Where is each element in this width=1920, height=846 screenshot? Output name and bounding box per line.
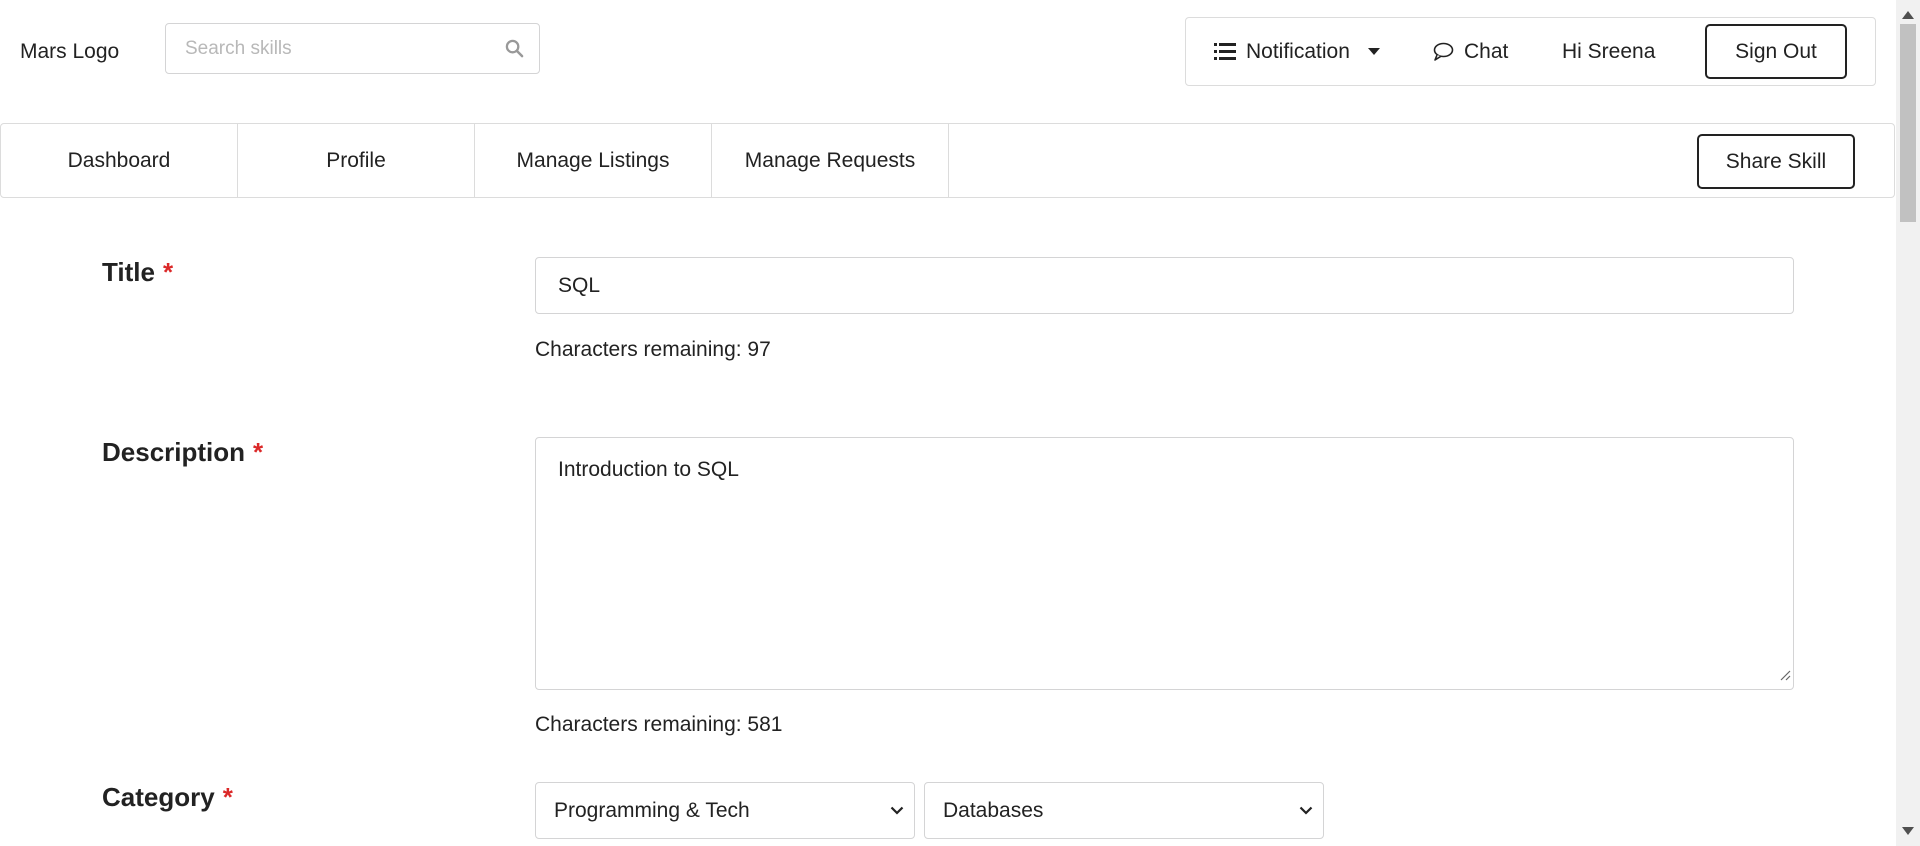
tab-profile[interactable]: Profile: [238, 124, 475, 197]
subcategory-select[interactable]: Databases: [924, 782, 1324, 839]
main-nav: Dashboard Profile Manage Listings Manage…: [0, 123, 1895, 198]
description-text: Introduction to SQL: [558, 458, 739, 481]
tab-manage-requests[interactable]: Manage Requests: [712, 124, 949, 197]
resize-handle-icon[interactable]: [1779, 663, 1791, 687]
required-mark: *: [222, 782, 233, 812]
notification-dropdown[interactable]: Notification: [1214, 18, 1380, 85]
chevron-down-icon: [1299, 806, 1313, 815]
scroll-down-arrow-icon[interactable]: [1902, 822, 1914, 840]
title-input[interactable]: SQL: [535, 257, 1794, 314]
scroll-up-arrow-icon[interactable]: [1902, 6, 1914, 24]
sign-out-button[interactable]: Sign Out: [1705, 24, 1847, 79]
list-icon: [1214, 43, 1236, 60]
category-label: Category *: [102, 782, 233, 813]
caret-down-icon: [1367, 47, 1380, 56]
category-select[interactable]: Programming & Tech: [535, 782, 915, 839]
description-textarea[interactable]: Introduction to SQL: [535, 437, 1794, 690]
chat-link[interactable]: Chat: [1433, 18, 1508, 85]
share-skill-button[interactable]: Share Skill: [1697, 134, 1855, 189]
chat-label: Chat: [1464, 39, 1509, 63]
description-chars-remaining: Characters remaining: 581: [535, 713, 783, 736]
description-label: Description *: [102, 437, 263, 468]
required-mark: *: [162, 257, 174, 287]
search-icon[interactable]: [489, 39, 539, 58]
subcategory-selected: Databases: [943, 798, 1044, 822]
category-label-text: Category: [102, 782, 215, 812]
title-chars-remaining: Characters remaining: 97: [535, 338, 771, 361]
user-greeting[interactable]: Hi Sreena: [1562, 18, 1655, 85]
user-menu: Notification Chat Hi Sreena Sign Out: [1185, 17, 1876, 86]
search-input[interactable]: [166, 24, 489, 73]
category-selected: Programming & Tech: [554, 798, 750, 822]
tab-manage-listings[interactable]: Manage Listings: [475, 124, 712, 197]
description-label-text: Description: [102, 437, 246, 467]
title-label: Title *: [102, 257, 173, 288]
title-label-text: Title: [102, 257, 155, 287]
page-scrollbar[interactable]: [1896, 0, 1920, 846]
chevron-down-icon: [890, 806, 904, 815]
notification-label: Notification: [1246, 39, 1350, 63]
tab-dashboard[interactable]: Dashboard: [1, 124, 238, 197]
scrollbar-thumb[interactable]: [1900, 24, 1916, 222]
search-box[interactable]: [165, 23, 540, 74]
required-mark: *: [253, 437, 264, 467]
logo[interactable]: Mars Logo: [20, 40, 119, 64]
chat-bubble-icon: [1433, 42, 1454, 61]
